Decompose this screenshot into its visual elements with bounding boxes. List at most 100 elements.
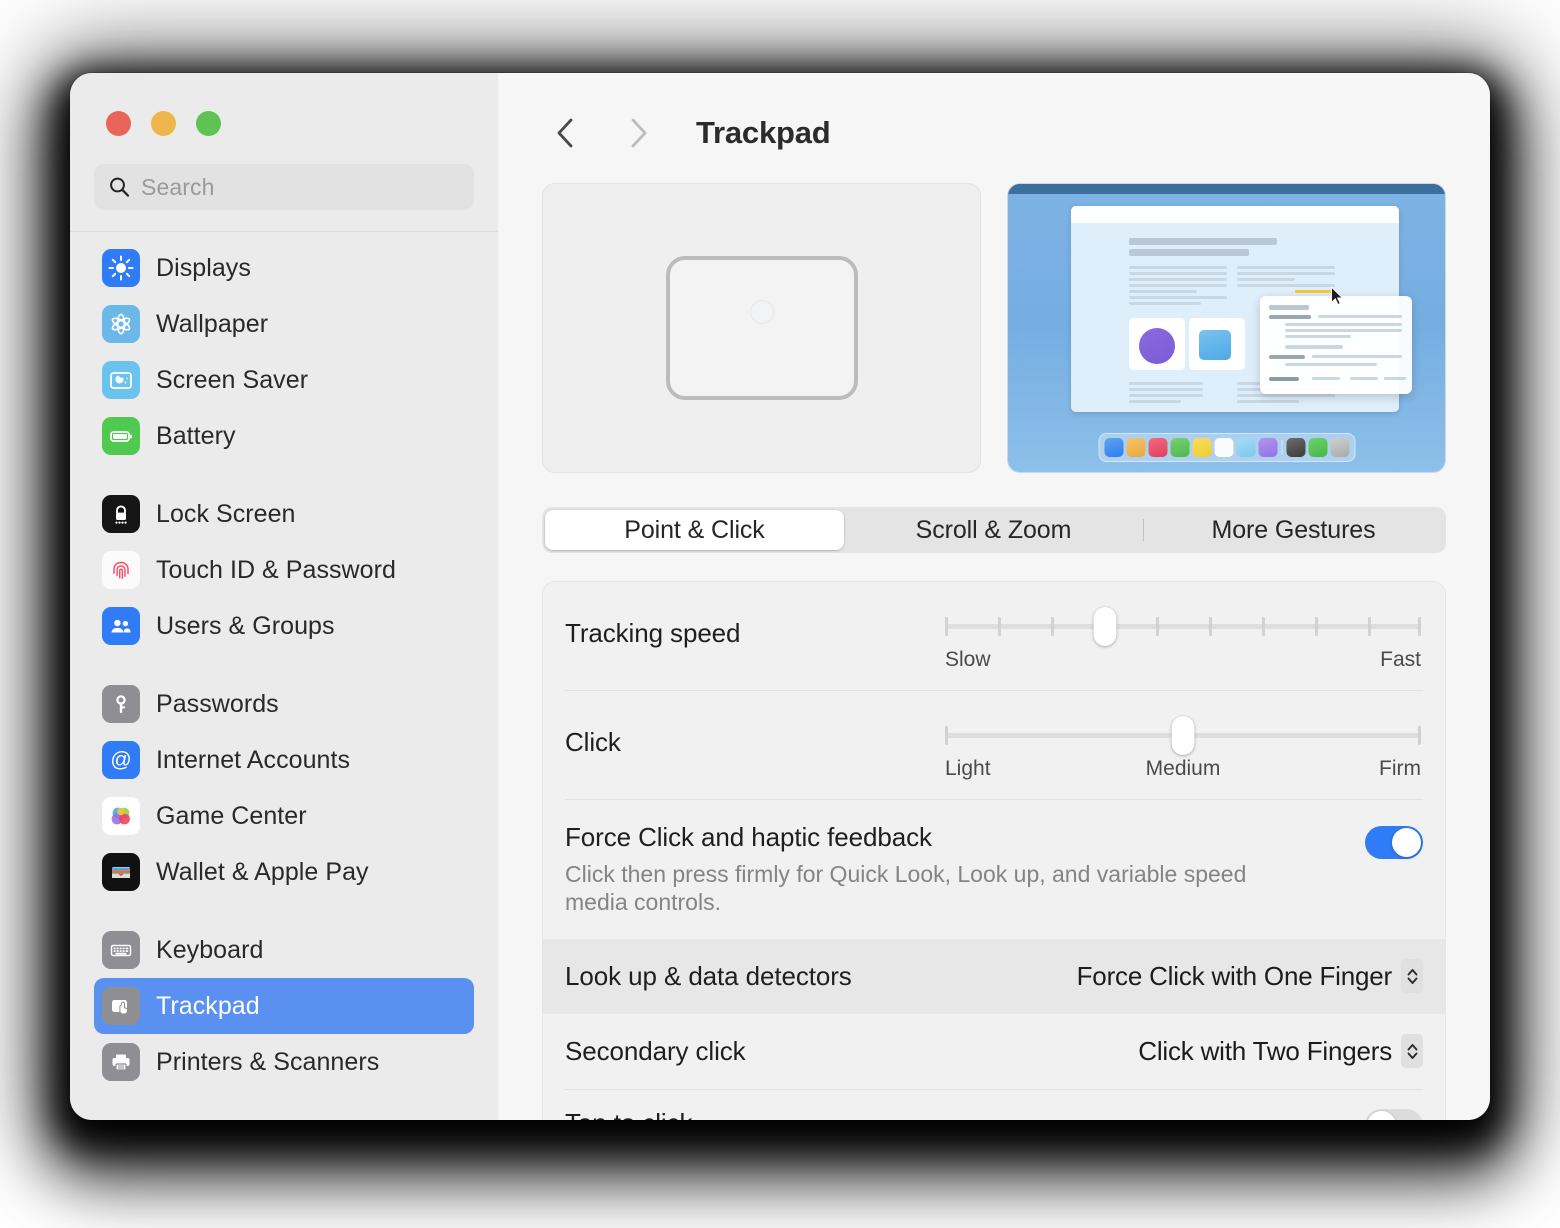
dock-icon [1104, 438, 1123, 457]
look-up-label: Look up & data detectors [565, 960, 852, 991]
zoom-button[interactable] [196, 111, 221, 136]
sidebar-item-displays[interactable]: Displays [94, 240, 474, 296]
passwords-icon [102, 685, 140, 723]
sidebar-item-game-center[interactable]: Game Center [94, 788, 474, 844]
click-max-label: Firm [1379, 757, 1422, 780]
force-click-row: Force Click and haptic feedback Click th… [543, 800, 1445, 939]
wallpaper-icon [102, 305, 140, 343]
minimize-button[interactable] [151, 111, 176, 136]
internet-accounts-icon: @ [102, 741, 140, 779]
desktop-preview [1007, 183, 1446, 473]
force-click-text: Force Click and haptic feedback Click th… [565, 822, 1365, 917]
tap-to-click-toggle[interactable] [1365, 1109, 1423, 1120]
dock-icon [1258, 438, 1277, 457]
search-input[interactable]: Search [94, 164, 474, 210]
sidebar-item-label: Trackpad [156, 991, 260, 1020]
sidebar-item-printers-scanners[interactable]: Printers & Scanners [94, 1034, 474, 1090]
toggle-knob [1367, 1111, 1396, 1120]
dock-icon [1286, 438, 1305, 457]
dock-icon [1148, 438, 1167, 457]
tab-more-gestures[interactable]: More Gestures [1144, 510, 1443, 550]
tracking-speed-scale: Slow Fast [945, 648, 1421, 672]
main-content: Trackpad Point & Click Scroll & Zoom Mor… [498, 73, 1490, 1120]
sidebar-item-trackpad[interactable]: Trackpad [94, 978, 474, 1034]
search-placeholder: Search [141, 173, 215, 200]
secondary-click-popup-button[interactable]: Click with Two Fingers [1138, 1034, 1423, 1069]
click-min-label: Light [945, 757, 991, 780]
secondary-click-row[interactable]: Secondary click Click with Two Fingers [543, 1014, 1445, 1089]
users-groups-icon [102, 607, 140, 645]
system-settings-window: Search Displays Wallpaper Screen Saver B… [70, 73, 1490, 1120]
tracking-speed-row: Tracking speed Slow Fast [543, 582, 1445, 690]
tab-point-and-click[interactable]: Point & Click [545, 510, 844, 550]
tracking-speed-thumb[interactable] [1093, 607, 1117, 646]
sidebar-item-passwords[interactable]: Passwords [94, 676, 474, 732]
click-scale: Light Medium Firm [945, 757, 1421, 781]
screen-saver-icon [102, 361, 140, 399]
look-up-row[interactable]: Look up & data detectors Force Click wit… [543, 938, 1445, 1014]
sidebar-item-label: Passwords [156, 689, 279, 718]
lock-screen-icon [102, 495, 140, 533]
sidebar-item-wallet[interactable]: Wallet & Apple Pay [94, 844, 474, 900]
keyboard-icon [102, 931, 140, 969]
sidebar-item-label: Screen Saver [156, 365, 309, 394]
tracking-speed-min-label: Slow [945, 648, 991, 671]
dock-icon [1308, 438, 1327, 457]
preview-menubar [1008, 184, 1445, 194]
sidebar-item-label: Battery [156, 421, 236, 450]
printer-icon [102, 1043, 140, 1081]
sidebar-item-internet-accounts[interactable]: @ Internet Accounts [94, 732, 474, 788]
wallet-icon [102, 853, 140, 891]
secondary-click-label: Secondary click [565, 1035, 746, 1066]
click-thumb[interactable] [1171, 716, 1195, 755]
click-control: Light Medium Firm [945, 713, 1423, 781]
close-button[interactable] [106, 111, 131, 136]
sidebar-item-users-groups[interactable]: Users & Groups [94, 598, 474, 654]
dock-icon [1170, 438, 1189, 457]
search-container: Search [70, 136, 498, 210]
tracking-speed-slider[interactable] [945, 604, 1421, 646]
touch-id-icon [102, 551, 140, 589]
tracking-speed-max-label: Fast [1380, 648, 1421, 671]
screenshot-stage: Search Displays Wallpaper Screen Saver B… [0, 0, 1560, 1228]
dock-icon [1214, 438, 1233, 457]
chevron-updown-icon[interactable] [1401, 959, 1423, 994]
dock-icon [1330, 438, 1349, 457]
force-click-toggle[interactable] [1365, 826, 1423, 859]
dock-icon [1126, 438, 1145, 457]
svg-text:@: @ [110, 749, 131, 772]
sidebar-item-keyboard[interactable]: Keyboard [94, 922, 474, 978]
sidebar-item-lock-screen[interactable]: Lock Screen [94, 486, 474, 542]
sidebar-list: Displays Wallpaper Screen Saver Battery … [70, 232, 498, 1090]
sidebar-item-touch-id[interactable]: Touch ID & Password [94, 542, 474, 598]
settings-card: Tracking speed Slow Fast Click Light Med… [542, 581, 1446, 1120]
sidebar-item-label: Keyboard [156, 935, 264, 964]
chevron-updown-icon[interactable] [1401, 1034, 1423, 1069]
cursor-icon [1330, 286, 1345, 312]
dock-icon [1236, 438, 1255, 457]
sidebar-item-label: Printers & Scanners [156, 1047, 380, 1076]
sidebar-item-wallpaper[interactable]: Wallpaper [94, 296, 474, 352]
back-button[interactable] [542, 109, 590, 157]
tab-scroll-and-zoom[interactable]: Scroll & Zoom [844, 510, 1143, 550]
force-click-description: Click then press firmly for Quick Look, … [565, 861, 1247, 916]
force-click-label: Force Click and haptic feedback [565, 822, 932, 852]
battery-icon [102, 417, 140, 455]
sidebar-item-battery[interactable]: Battery [94, 408, 474, 464]
tab-bar: Point & Click Scroll & Zoom More Gesture… [542, 507, 1446, 553]
trackpad-icon [102, 987, 140, 1025]
trackpad-touch-dot [749, 299, 774, 324]
sidebar-item-label: Users & Groups [156, 611, 335, 640]
sidebar-item-label: Touch ID & Password [156, 555, 396, 584]
sidebar-item-screen-saver[interactable]: Screen Saver [94, 352, 474, 408]
content-header: Trackpad [498, 73, 1490, 157]
forward-button[interactable] [614, 109, 662, 157]
click-slider[interactable] [945, 713, 1421, 755]
trackpad-illustration [542, 183, 981, 473]
look-up-popup-button[interactable]: Force Click with One Finger [1077, 959, 1423, 994]
page-title: Trackpad [696, 115, 831, 150]
preview-dock [1098, 433, 1355, 462]
